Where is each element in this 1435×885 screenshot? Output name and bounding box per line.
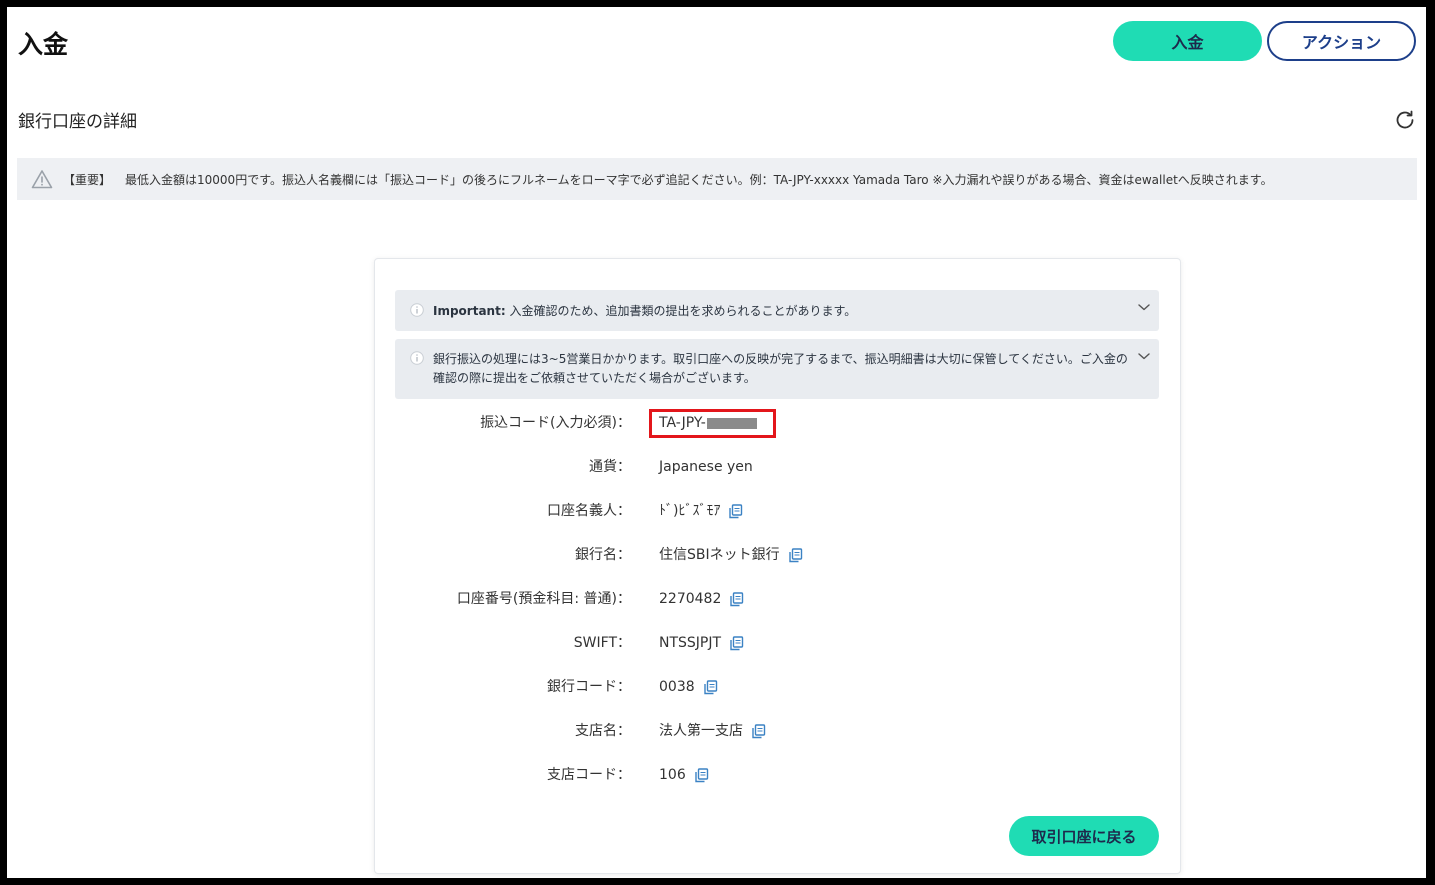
copy-icon[interactable] [788, 547, 803, 563]
refresh-icon[interactable] [1393, 108, 1417, 132]
detail-label: 口座名義人： [547, 503, 631, 519]
detail-value: NTSSJPJT [659, 635, 722, 651]
action-button[interactable]: アクション [1267, 21, 1416, 61]
redaction-mask [706, 417, 757, 429]
detail-row-transfer-code: 振込コード(入力必須)： [375, 411, 1180, 435]
detail-value: 2270482 [659, 591, 722, 607]
copy-icon[interactable] [751, 723, 766, 739]
page-title: 入金 [18, 30, 69, 59]
detail-value: 法人第一支店 [659, 723, 743, 739]
detail-value: 0038 [659, 679, 695, 695]
transfer-code-text: TA-JPY- [659, 415, 706, 431]
warning-icon [31, 170, 53, 189]
notice-text: 最低入金額は10000円です。振込人名義欄には「振込コード」の後ろにフルネームを… [125, 172, 1273, 187]
info-icon [410, 351, 424, 365]
app-frame: 入金 入金 アクション 銀行口座の詳細 【重要】 最低入金額は10000円です。… [7, 7, 1426, 878]
accordion-processing[interactable]: 銀行振込の処理には3~5営業日かかります。取引口座への反映が完了するまで、振込明… [395, 339, 1159, 399]
detail-value: 106 [659, 767, 686, 783]
transfer-code-value: TA-JPY- [659, 411, 757, 435]
detail-value: 住信SBIネット銀行 [659, 547, 780, 563]
detail-value: ﾄﾞ)ﾋﾞｽﾞﾓｱ [659, 503, 721, 519]
detail-label: 口座番号(預金科目: 普通)： [456, 591, 631, 607]
detail-label: SWIFT： [573, 635, 631, 651]
detail-value: Japanese yen [659, 459, 753, 475]
copy-icon[interactable] [729, 591, 744, 607]
important-bold-label: Important: [433, 304, 506, 318]
detail-label: 通貨： [589, 459, 631, 475]
info-icon [410, 303, 424, 317]
detail-row-account-number: 口座番号(預金科目: 普通)： 2270482 [375, 587, 1180, 611]
copy-icon[interactable] [728, 503, 743, 519]
transfer-code-label: 振込コード(入力必須)： [480, 415, 631, 431]
detail-label: 銀行名： [575, 547, 631, 563]
section-title: 銀行口座の詳細 [18, 112, 137, 132]
accordion-important-text: Important: 入金確認のため、追加書類の提出を求められることがあります。 [433, 302, 856, 319]
deposit-button[interactable]: 入金 [1113, 21, 1262, 61]
important-notice: 【重要】 最低入金額は10000円です。振込人名義欄には「振込コード」の後ろにフ… [17, 158, 1417, 200]
accordion-processing-text: 銀行振込の処理には3~5営業日かかります。取引口座への反映が完了するまで、振込明… [433, 352, 1128, 385]
detail-row-branch-name: 支店名： 法人第一支店 [375, 719, 1180, 743]
important-text: 入金確認のため、追加書類の提出を求められることがあります。 [505, 304, 857, 318]
chevron-down-icon[interactable] [1137, 351, 1151, 361]
detail-row-bank-code: 銀行コード： 0038 [375, 675, 1180, 699]
accordion-important[interactable]: Important: 入金確認のため、追加書類の提出を求められることがあります。 [395, 290, 1159, 331]
bank-details-card: Important: 入金確認のため、追加書類の提出を求められることがあります。… [374, 258, 1181, 874]
detail-label: 支店コード： [547, 767, 631, 783]
copy-icon[interactable] [729, 635, 744, 651]
copy-icon[interactable] [694, 767, 709, 783]
detail-row-account-holder: 口座名義人： ﾄﾞ)ﾋﾞｽﾞﾓｱ [375, 499, 1180, 523]
copy-icon[interactable] [703, 679, 718, 695]
detail-row-swift: SWIFT： NTSSJPJT [375, 631, 1180, 655]
detail-row-currency: 通貨： Japanese yen [375, 455, 1180, 479]
notice-label: 【重要】 [63, 172, 112, 187]
chevron-down-icon[interactable] [1137, 302, 1151, 312]
detail-label: 銀行コード： [547, 679, 631, 695]
detail-label: 支店名： [575, 723, 631, 739]
back-to-trading-account-button[interactable]: 取引口座に戻る [1009, 816, 1159, 856]
detail-row-bank-name: 銀行名： 住信SBIネット銀行 [375, 543, 1180, 567]
detail-row-branch-code: 支店コード： 106 [375, 763, 1180, 787]
